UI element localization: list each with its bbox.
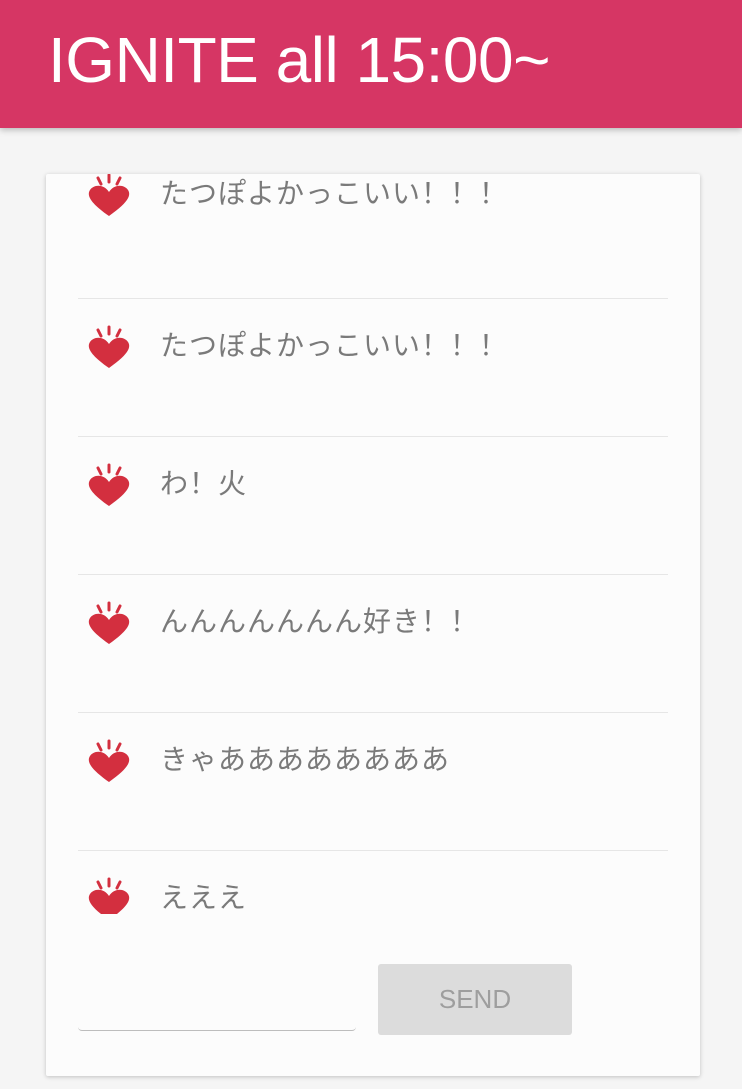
- message-text: わ！火: [160, 467, 248, 500]
- message-text: たつぽよかっこいい！！！: [160, 177, 509, 210]
- list-item: んんんんんんん好き！！: [78, 574, 668, 713]
- heart-icon: [88, 463, 130, 506]
- message-input-field[interactable]: [78, 968, 360, 1032]
- heart-icon: [88, 601, 130, 644]
- list-item: わ！火: [78, 436, 668, 575]
- message-text: んんんんんんん好き！！: [160, 605, 480, 638]
- heart-icon: [88, 325, 130, 368]
- heart-icon: [88, 739, 130, 782]
- heart-icon: [88, 174, 130, 216]
- message-input[interactable]: [78, 968, 360, 1032]
- message-text: たつぽよかっこいい！！！: [160, 329, 509, 362]
- app-bar: IGNITE all 15:00~: [0, 0, 742, 128]
- message-text: えええ: [160, 881, 248, 914]
- send-button[interactable]: SEND: [378, 964, 572, 1035]
- page-title: IGNITE all 15:00~: [48, 24, 550, 96]
- heart-icon: [88, 877, 130, 914]
- message-card: たつぽよかっこいい！！！ たつぽよかっこいい！！！ わ！火 んんんんんんん好き！…: [46, 174, 700, 1076]
- list-item: きゃああああああああ: [78, 712, 668, 851]
- list-item: えええ: [78, 850, 668, 914]
- list-item: たつぽよかっこいい！！！: [78, 174, 668, 299]
- message-text: きゃああああああああ: [160, 743, 451, 776]
- message-list[interactable]: たつぽよかっこいい！！！ たつぽよかっこいい！！！ わ！火 んんんんんんん好き！…: [78, 174, 668, 914]
- list-item: たつぽよかっこいい！！！: [78, 298, 668, 437]
